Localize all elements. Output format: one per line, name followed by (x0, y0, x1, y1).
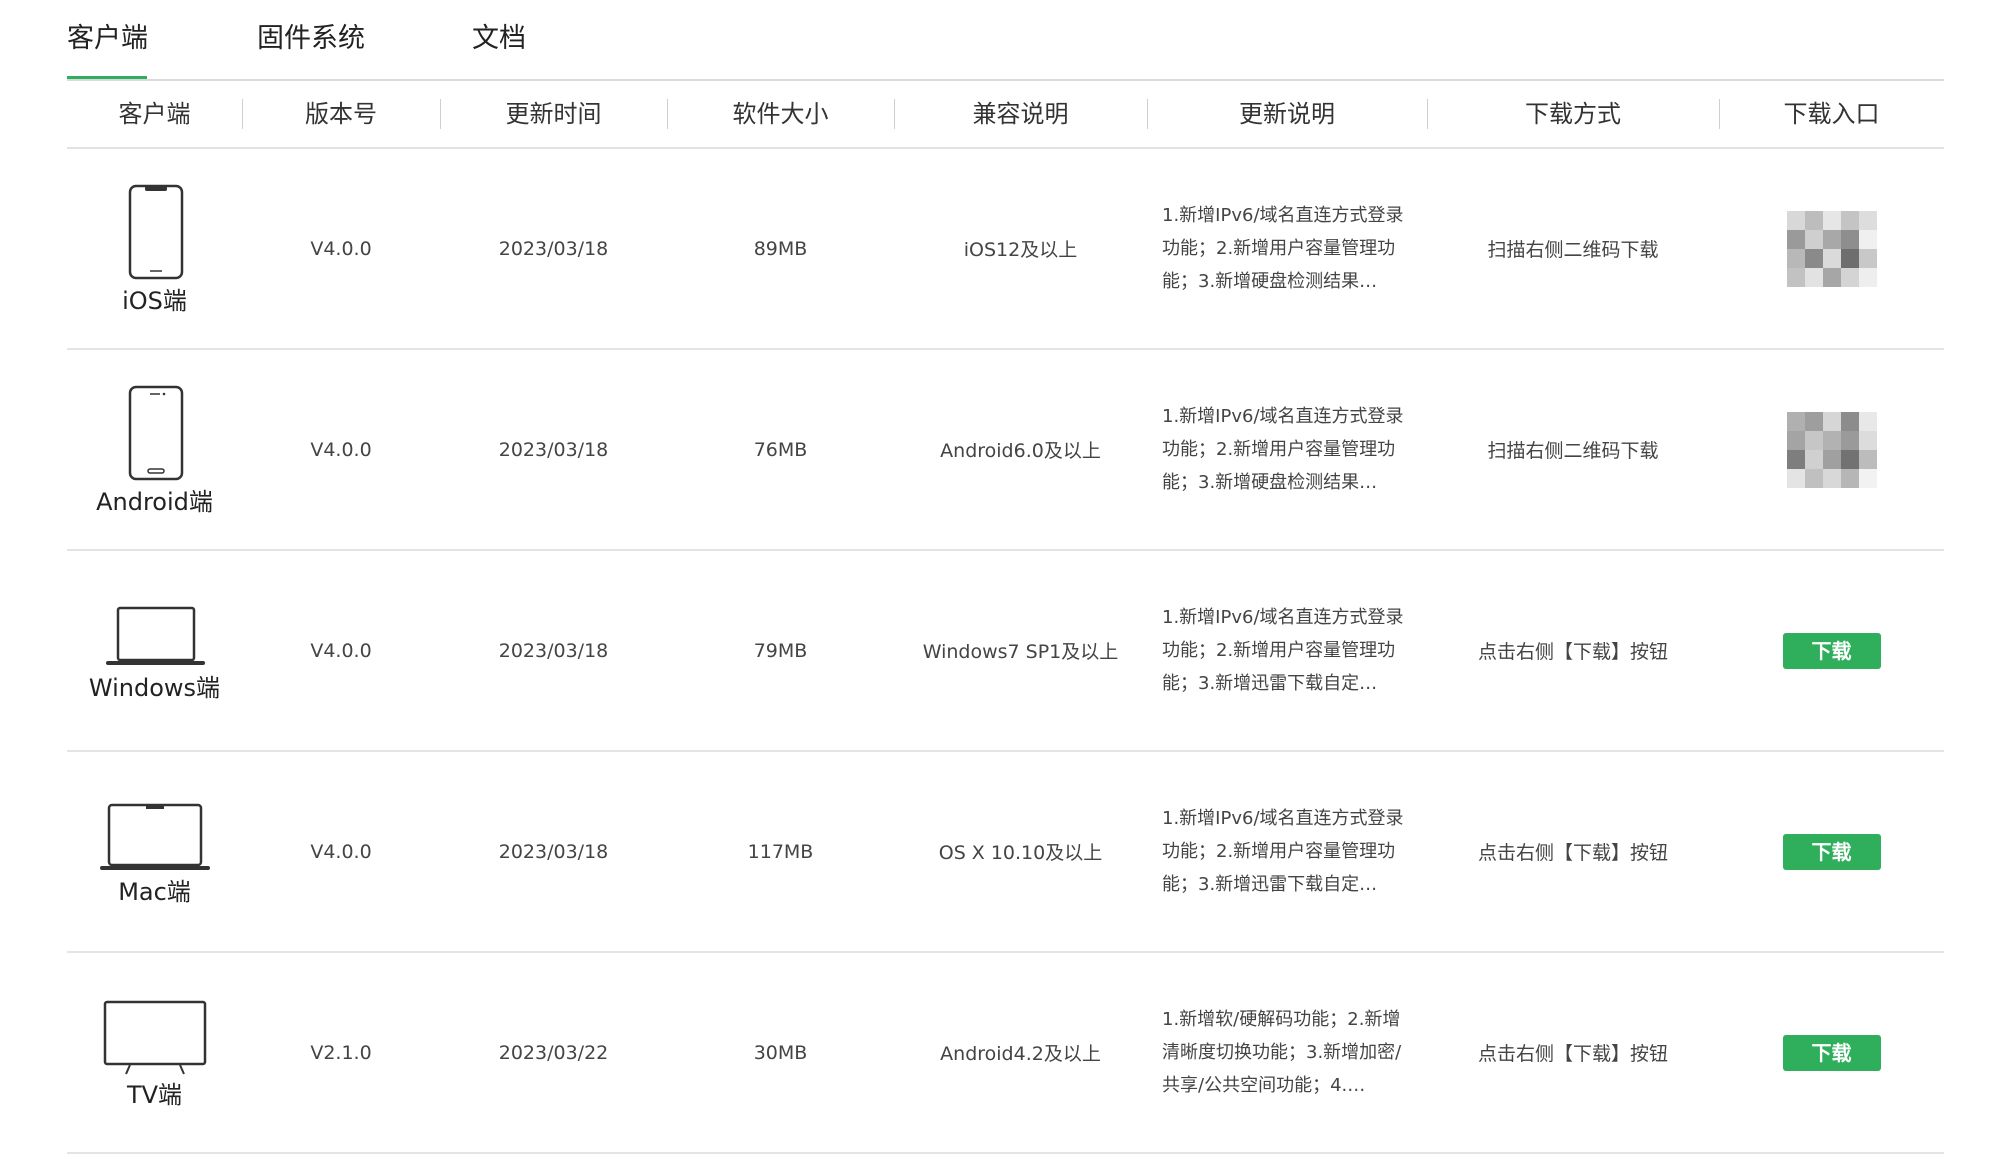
method-cell: 点击右侧【下载】按钮 (1477, 641, 1668, 663)
download-table: 客户端 版本号 更新时间 软件大小 兼容说明 更新说明 下载方式 下载入口 iO… (67, 81, 1944, 1154)
tab-firmware[interactable]: 固件系统 (257, 18, 365, 60)
column-header-version: 版本号 (305, 100, 377, 128)
version-cell: V4.0.0 (310, 639, 372, 662)
version-cell: V4.0.0 (310, 237, 372, 260)
size-cell: 79MB (753, 639, 808, 662)
column-header-entry: 下载入口 (1783, 100, 1880, 128)
client-name: Mac端 (118, 877, 191, 906)
update-notes: 1.新增IPv6/域名直连方式登录功能；2.新增用户容量管理功能；3.新增硬盘检… (1162, 406, 1404, 493)
table-row: TV端 V2.1.0 2023/03/22 30MB Android4.2及以上… (67, 953, 1944, 1154)
method-cell: 点击右侧【下载】按钮 (1477, 842, 1668, 864)
column-header-size: 软件大小 (732, 100, 829, 128)
compat-cell: OS X 10.10及以上 (938, 842, 1103, 864)
qr-code (1786, 210, 1877, 287)
column-header-date: 更新时间 (505, 100, 602, 128)
tab-docs-label: 文档 (472, 23, 526, 54)
compat-cell: Android4.2及以上 (940, 1043, 1101, 1065)
table-row: Mac端 V4.0.0 2023/03/18 117MB OS X 10.10及… (67, 752, 1944, 953)
size-cell: 30MB (753, 1041, 808, 1064)
column-header-method: 下载方式 (1525, 100, 1621, 128)
android-phone-icon (128, 385, 183, 480)
iphone-icon (128, 184, 183, 279)
download-button[interactable]: 下载 (1782, 632, 1881, 669)
client-cell: TV端 (67, 953, 242, 1152)
column-header-client: 客户端 (118, 100, 191, 128)
table-header: 客户端 版本号 更新时间 软件大小 兼容说明 更新说明 下载方式 下载入口 (67, 81, 1944, 149)
size-cell: 89MB (753, 237, 808, 260)
download-button[interactable]: 下载 (1782, 1034, 1881, 1071)
tab-firmware-label: 固件系统 (257, 23, 365, 54)
client-cell: iOS端 (67, 149, 242, 348)
client-name: Windows端 (88, 673, 221, 702)
update-notes: 1.新增IPv6/域名直连方式登录功能；2.新增用户容量管理功能；3.新增迅雷下… (1162, 607, 1404, 694)
version-cell: V4.0.0 (310, 438, 372, 461)
client-name: TV端 (126, 1080, 183, 1109)
tv-icon (103, 1000, 206, 1074)
qr-code (1786, 411, 1877, 488)
notes-cell: 1.新增IPv6/域名直连方式登录功能；2.新增用户容量管理功能；3.新增迅雷下… (1162, 551, 1427, 750)
notes-cell: 1.新增IPv6/域名直连方式登录功能；2.新增用户容量管理功能；3.新增硬盘检… (1162, 149, 1427, 348)
macbook-icon (99, 803, 210, 870)
version-cell: V2.1.0 (310, 1041, 372, 1064)
notes-cell: 1.新增IPv6/域名直连方式登录功能；2.新增用户容量管理功能；3.新增迅雷下… (1162, 752, 1427, 951)
entry-cell (1719, 149, 1944, 348)
version-cell: V4.0.0 (310, 840, 372, 863)
tab-bar: 客户端 固件系统 文档 (67, 0, 1944, 81)
update-notes: 1.新增IPv6/域名直连方式登录功能；2.新增用户容量管理功能；3.新增硬盘检… (1162, 205, 1404, 292)
size-cell: 76MB (753, 438, 808, 461)
entry-cell: 下载 (1719, 752, 1944, 951)
update-notes: 1.新增软/硬解码功能；2.新增清晰度切换功能；3.新增加密/共享/公共空间功能… (1162, 1009, 1402, 1096)
client-name: iOS端 (122, 286, 187, 315)
method-cell: 扫描右侧二维码下载 (1487, 440, 1659, 462)
date-cell: 2023/03/18 (498, 237, 609, 260)
entry-cell: 下载 (1719, 953, 1944, 1152)
laptop-icon (105, 606, 205, 665)
tab-docs[interactable]: 文档 (472, 18, 526, 60)
column-header-compat: 兼容说明 (972, 100, 1069, 128)
entry-cell: 下载 (1719, 551, 1944, 750)
client-name: Android端 (96, 487, 213, 516)
compat-cell: Android6.0及以上 (940, 440, 1101, 462)
table-row: Android端 V4.0.0 2023/03/18 76MB Android6… (67, 350, 1944, 551)
client-cell: Android端 (67, 350, 242, 549)
client-cell: Windows端 (67, 551, 242, 750)
compat-cell: Windows7 SP1及以上 (922, 641, 1119, 663)
date-cell: 2023/03/18 (498, 840, 609, 863)
table-row: Windows端 V4.0.0 2023/03/18 79MB Windows7… (67, 551, 1944, 752)
compat-cell: iOS12及以上 (963, 239, 1078, 261)
method-cell: 扫描右侧二维码下载 (1487, 239, 1659, 261)
update-notes: 1.新增IPv6/域名直连方式登录功能；2.新增用户容量管理功能；3.新增迅雷下… (1162, 808, 1404, 895)
tab-client-label: 客户端 (67, 23, 148, 54)
date-cell: 2023/03/18 (498, 438, 609, 461)
tab-client[interactable]: 客户端 (67, 18, 148, 79)
date-cell: 2023/03/18 (498, 639, 609, 662)
table-row: iOS端 V4.0.0 2023/03/18 89MB iOS12及以上 1.新… (67, 149, 1944, 350)
column-header-notes: 更新说明 (1239, 100, 1335, 128)
download-button[interactable]: 下载 (1782, 833, 1881, 870)
method-cell: 点击右侧【下载】按钮 (1477, 1043, 1668, 1065)
date-cell: 2023/03/22 (498, 1041, 609, 1064)
notes-cell: 1.新增软/硬解码功能；2.新增清晰度切换功能；3.新增加密/共享/公共空间功能… (1162, 953, 1427, 1152)
notes-cell: 1.新增IPv6/域名直连方式登录功能；2.新增用户容量管理功能；3.新增硬盘检… (1162, 350, 1427, 549)
client-cell: Mac端 (67, 752, 242, 951)
active-tab-indicator (67, 76, 147, 79)
size-cell: 117MB (747, 840, 814, 863)
entry-cell (1719, 350, 1944, 549)
